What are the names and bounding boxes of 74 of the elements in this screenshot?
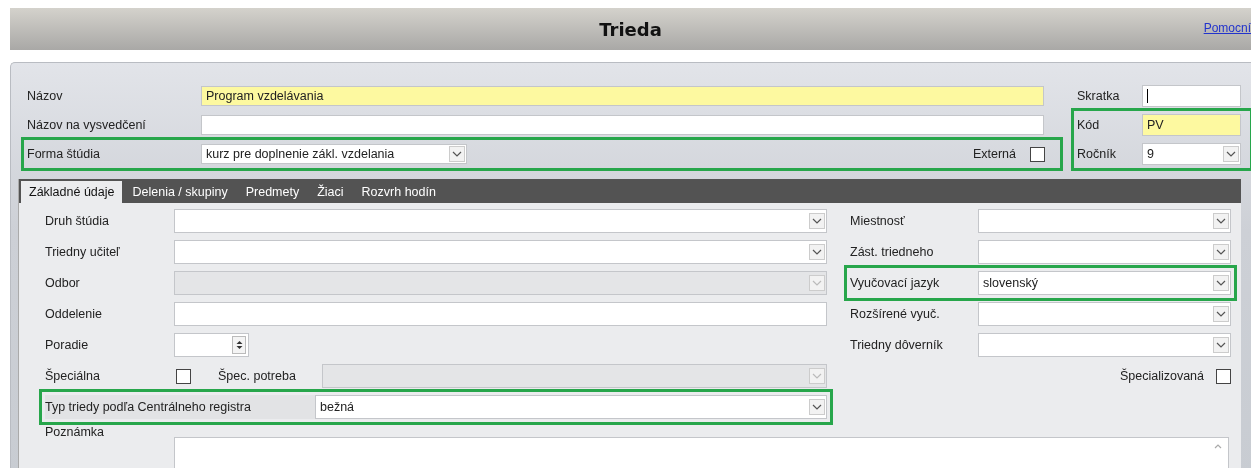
chevron-down-icon: [1216, 218, 1226, 224]
field-label: Zást. triedneho: [850, 245, 935, 259]
chevron-down-icon: [1216, 311, 1226, 317]
tab[interactable]: Rozvrh hodín: [353, 181, 444, 203]
checkbox-label: Externá: [972, 147, 1016, 161]
dropdown-field[interactable]: [174, 240, 827, 264]
text-field[interactable]: Program vzdelávania: [201, 86, 1044, 106]
dropdown-field[interactable]: [978, 333, 1231, 357]
field-label: Poznámka: [45, 425, 106, 439]
chevron-down-icon: [812, 218, 822, 224]
chevron-down-icon: [1216, 280, 1226, 286]
dropdown-button[interactable]: [449, 146, 465, 162]
dropdown-field[interactable]: [978, 240, 1231, 264]
chevron-down-icon: [812, 373, 822, 379]
field-label: Triedny učiteľ: [45, 245, 121, 259]
help-link[interactable]: Pomocní: [1203, 21, 1251, 35]
tab[interactable]: Delenia / skupiny: [124, 181, 236, 203]
field-label: Ročník: [1077, 147, 1117, 161]
field-label: Vyučovací jazyk: [850, 276, 941, 290]
field-label: Názov na vysvedčení: [27, 118, 147, 132]
field-label: Odbor: [45, 276, 81, 290]
dropdown-button[interactable]: [1213, 306, 1229, 322]
chevron-down-icon: [1216, 249, 1226, 255]
dropdown-button[interactable]: [809, 399, 825, 415]
dropdown-button[interactable]: [1213, 244, 1229, 260]
dropdown-field[interactable]: kurz pre doplnenie zákl. vzdelania: [201, 144, 467, 164]
dropdown-field[interactable]: [978, 302, 1231, 326]
text-field[interactable]: [174, 302, 827, 326]
field-label: Druh štúdia: [45, 214, 110, 228]
text-field[interactable]: PV: [1142, 114, 1241, 136]
chevron-down-icon: [1226, 151, 1236, 157]
spin-button[interactable]: [232, 336, 246, 354]
dropdown-field[interactable]: [978, 209, 1231, 233]
chevron-down-icon: [452, 151, 462, 157]
chevron-down-icon: [812, 249, 822, 255]
dropdown-field[interactable]: [174, 209, 827, 233]
tab[interactable]: Základné údaje: [21, 181, 123, 203]
text-cursor: [1147, 89, 1148, 103]
chevron-down-icon: [812, 404, 822, 410]
field-label: Kód: [1077, 118, 1101, 132]
dropdown-field[interactable]: slovenský: [978, 271, 1231, 295]
field-label: Typ triedy podľa Centrálneho registra: [45, 395, 315, 419]
window-title: Trieda: [599, 18, 662, 40]
dropdown-button[interactable]: [1213, 213, 1229, 229]
chevron-down-icon: [1216, 342, 1226, 348]
field-label: Názov: [27, 89, 64, 103]
field-label: Špeciálna: [45, 369, 101, 383]
field-label: Špec. potreba: [218, 369, 297, 383]
text-field[interactable]: [201, 115, 1044, 135]
chevron-down-icon: [812, 280, 822, 286]
field-label: Forma štúdia: [27, 147, 101, 161]
dropdown-button[interactable]: [1223, 146, 1239, 162]
tab[interactable]: Žiaci: [309, 181, 352, 203]
up-down-arrows-icon: [235, 340, 243, 350]
field-label: Rozšírené vyuč.: [850, 307, 941, 321]
checkbox[interactable]: [1030, 146, 1045, 162]
dropdown-button[interactable]: [1213, 275, 1229, 291]
text-field[interactable]: [1142, 85, 1241, 107]
dropdown-button[interactable]: [1213, 337, 1229, 353]
checkbox[interactable]: [1216, 368, 1231, 384]
text-area[interactable]: [174, 437, 1229, 468]
field-label: Miestnosť: [850, 214, 906, 228]
dropdown-field[interactable]: 9: [1142, 143, 1241, 165]
tab[interactable]: Predmety: [237, 181, 308, 203]
field-label: Poradie: [45, 338, 90, 352]
checkbox-label: Špecializovaná: [1119, 369, 1204, 383]
dropdown-field[interactable]: bežná: [315, 395, 827, 419]
field-label: Triedny dôverník: [850, 338, 944, 352]
dropdown-button[interactable]: [809, 213, 825, 229]
field-label: Skratka: [1077, 89, 1121, 103]
scroll-up-icon: [1214, 444, 1222, 449]
field-label: Oddelenie: [45, 307, 103, 321]
number-field[interactable]: [174, 333, 249, 357]
dropdown-button[interactable]: [809, 244, 825, 260]
